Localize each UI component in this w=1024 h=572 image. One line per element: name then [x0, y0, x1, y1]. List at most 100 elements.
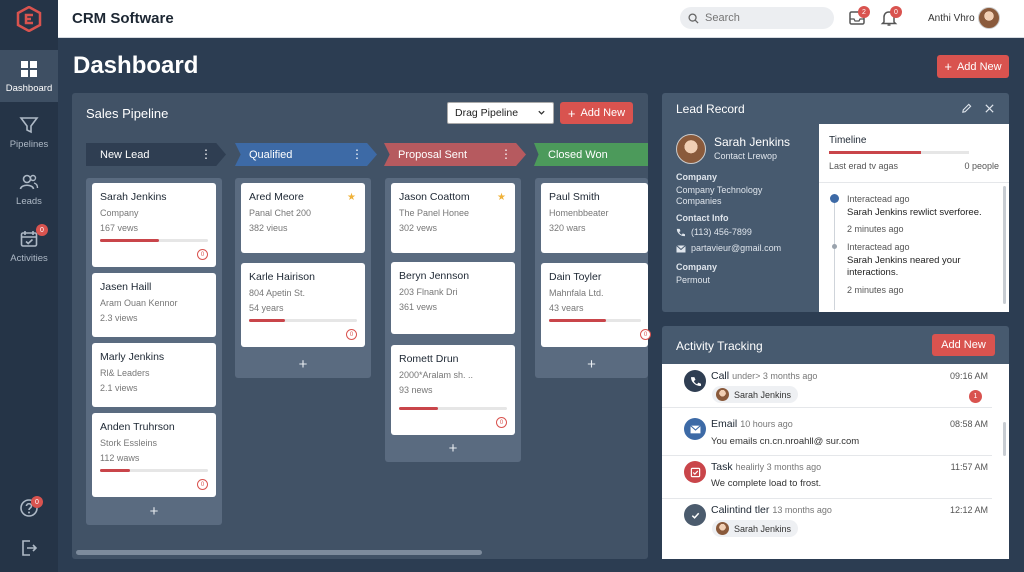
card-views: 382 vieus: [249, 223, 288, 233]
plus-icon: +: [944, 59, 952, 74]
progress-bar: [100, 239, 208, 242]
card-company: 203 Flnank Dri: [399, 287, 458, 297]
card-company: Panal Chet 200: [249, 208, 312, 218]
card-name: Ared Meore: [249, 191, 304, 203]
chevron-down-icon: [538, 110, 545, 115]
top-bar: CRM Software 2 0 Anthi Vhro: [58, 0, 1024, 38]
messages-badge: 2: [858, 6, 870, 18]
logout-button[interactable]: [0, 528, 58, 572]
activity-detail: We complete load to frost.: [711, 478, 822, 489]
sidebar-item-leads[interactable]: Leads: [0, 163, 58, 215]
add-card-button[interactable]: +: [385, 440, 521, 457]
star-icon[interactable]: ★: [347, 192, 356, 203]
card-views: 93 news: [399, 385, 433, 395]
timeline-dot: [832, 244, 837, 249]
activity-item-meeting[interactable]: Calintind tler 13 months ago 12:12 AM Sar…: [662, 500, 992, 542]
lead-card[interactable]: Ared Meore Panal Chet 200 382 vieus ★: [241, 183, 365, 253]
lead-card[interactable]: Sarah Jenkins Company 167 vews 0: [92, 183, 216, 267]
more-vertical-icon[interactable]: ⋮: [200, 147, 212, 161]
lead-phone[interactable]: (113) 456-7899: [691, 227, 752, 237]
lead-card[interactable]: Anden Truhrson Stork Essleins 112 waws 0: [92, 413, 216, 497]
lead-card[interactable]: Paul Smith Homenbbeater 320 wars: [541, 183, 648, 253]
activity-item-email[interactable]: Email 10 hours ago 08:58 AM You emails cn…: [662, 414, 992, 456]
activity-add-new-button[interactable]: Add New: [932, 334, 995, 356]
activity-tracking-panel: Activity Tracking Add New Call under> 3 m…: [662, 326, 1009, 559]
lead-card[interactable]: Marly Jenkins Rl& Leaders 2.1 views: [92, 343, 216, 407]
contact-pill[interactable]: Sarah Jenkins: [712, 520, 799, 537]
sidebar-item-pipelines[interactable]: Pipelines: [0, 106, 58, 158]
card-badge: 0: [197, 479, 208, 490]
add-card-button[interactable]: +: [235, 356, 371, 373]
phone-icon: [684, 370, 706, 392]
notifications-button[interactable]: 0: [880, 6, 902, 29]
lead-record-panel: Lead Record Sarah Jenkins Contact Lrewop…: [662, 93, 1009, 312]
app-logo-icon[interactable]: [16, 6, 42, 32]
messages-button[interactable]: 2: [848, 6, 870, 29]
sidebar-item-label: Pipelines: [9, 138, 49, 150]
plus-icon: +: [567, 105, 576, 121]
timeline-title: Timeline: [829, 135, 867, 146]
edit-icon[interactable]: [961, 103, 972, 114]
card-company: Company: [100, 208, 139, 218]
add-new-button[interactable]: + Add New: [937, 55, 1009, 78]
stage-header-qualified[interactable]: Qualified ⋮: [235, 143, 377, 166]
lead-email[interactable]: partavieur@gmail.com: [691, 243, 781, 253]
add-card-button[interactable]: +: [86, 503, 222, 520]
card-name: Romett Drun: [399, 353, 459, 365]
activity-item-task[interactable]: Task healirly 3 months ago 11:57 AM We co…: [662, 457, 992, 499]
pipeline-select[interactable]: Drag Pipeline: [447, 102, 554, 124]
card-company: Rl& Leaders: [100, 368, 150, 378]
add-card-button[interactable]: +: [535, 356, 648, 373]
lead-details: Sarah Jenkins Contact Lrewop Company Com…: [662, 124, 819, 312]
user-name[interactable]: Anthi Vhro: [928, 13, 975, 24]
timeline-scrollbar[interactable]: [1003, 186, 1006, 304]
card-company: Mahnfala Ltd.: [549, 288, 604, 298]
lead-subtitle: Contact Lrewop: [714, 151, 778, 161]
card-name: Marly Jenkins: [100, 351, 165, 363]
progress-bar: [100, 469, 208, 472]
activity-title-text: Calintind tler 13 months ago: [711, 504, 832, 516]
timeline-section: Timeline Last erad tv agas 0 people Inte…: [819, 124, 1009, 312]
horizontal-scrollbar[interactable]: [76, 550, 482, 555]
activity-scrollbar[interactable]: [1003, 422, 1006, 456]
more-vertical-icon[interactable]: ⋮: [351, 147, 363, 161]
contact-pill[interactable]: Sarah Jenkins: [712, 386, 799, 403]
activity-list: Call under> 3 months ago 09:16 AM Sarah J…: [662, 364, 1009, 559]
card-views: 302 vews: [399, 223, 438, 233]
stage-header-new-lead[interactable]: New Lead ⋮: [86, 143, 226, 166]
card-company: Homenbbeater: [549, 208, 609, 218]
lead-card[interactable]: Jason Coattom The Panel Honee 302 vews ★: [391, 183, 515, 253]
progress-bar: [249, 319, 357, 322]
sidebar-item-dashboard[interactable]: Dashboard: [0, 50, 58, 102]
lead-card[interactable]: Beryn Jennson 203 Flnank Dri 361 vews: [391, 262, 515, 334]
help-button[interactable]: 0: [0, 486, 58, 534]
card-name: Anden Truhrson: [100, 421, 175, 433]
search-input[interactable]: [705, 12, 815, 24]
pipeline-add-new-button[interactable]: + Add New: [560, 102, 633, 124]
lead-card[interactable]: Romett Drun 2000*Aralam sh. .. 93 news 0: [391, 345, 515, 435]
sidebar-item-label: Activities: [10, 252, 48, 264]
app-title: CRM Software: [72, 10, 174, 27]
stage-name: New Lead: [100, 148, 150, 161]
stage-header-closed-won[interactable]: Closed Won: [534, 143, 648, 166]
notifications-badge: 0: [890, 6, 902, 18]
sidebar-item-activities[interactable]: 0 Activities: [0, 220, 58, 272]
more-vertical-icon[interactable]: ⋮: [500, 147, 512, 161]
task-icon: [684, 461, 706, 483]
company2-value: Permout: [676, 275, 711, 285]
activity-item-call[interactable]: Call under> 3 months ago 09:16 AM Sarah J…: [662, 366, 992, 408]
card-name: Jason Coattom: [399, 191, 470, 203]
sidebar-item-label: Dashboard: [5, 82, 53, 94]
company2-label: Company: [676, 262, 718, 272]
user-avatar[interactable]: [978, 7, 1000, 29]
close-icon[interactable]: [984, 103, 995, 114]
lead-card[interactable]: Dain Toyler Mahnfala Ltd. 43 vears 0: [541, 263, 651, 347]
card-views: 167 vews: [100, 223, 139, 233]
lead-card[interactable]: Jasen Haill Aram Ouan Kennor 2.3 views: [92, 273, 216, 337]
stage-header-proposal-sent[interactable]: Proposal Sent ⋮: [384, 143, 526, 166]
lead-card[interactable]: Karle Hairison 804 Apetin St. 54 years 0: [241, 263, 365, 347]
star-icon[interactable]: ★: [497, 192, 506, 203]
card-views: 54 years: [249, 303, 284, 313]
search-box[interactable]: [680, 7, 834, 29]
timeline-last-read: Last erad tv agas: [829, 161, 899, 171]
